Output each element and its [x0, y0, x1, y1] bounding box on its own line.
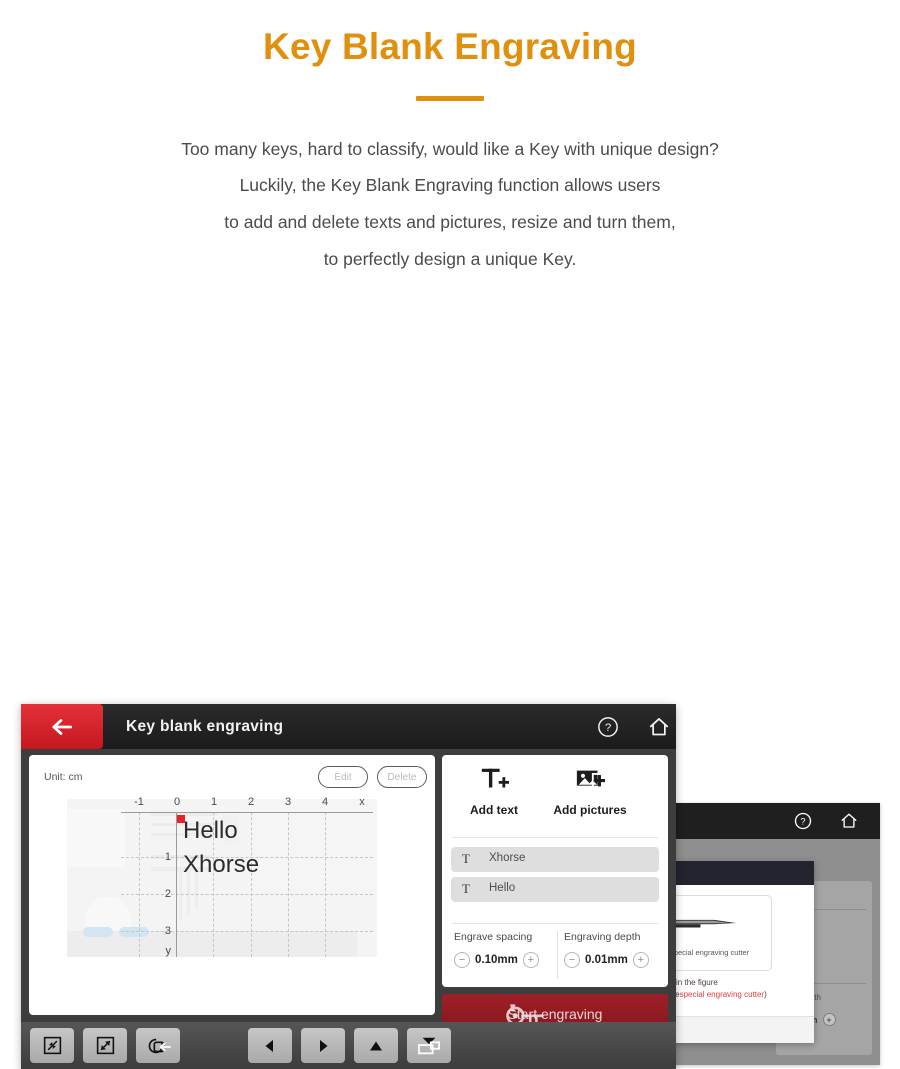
x-tick-0: 0 — [173, 796, 181, 808]
engraving-depth-label: Engraving depth — [564, 931, 641, 943]
engrave-spacing-label: Engrave spacing — [454, 931, 533, 943]
add-text-icon — [448, 765, 540, 797]
layer-order-icon — [417, 1037, 440, 1054]
enlarge-icon — [96, 1036, 114, 1055]
modal-note-suffix: ) — [764, 990, 767, 1000]
back-arrow-icon — [52, 718, 73, 735]
screen-title: Key blank engraving — [126, 718, 284, 735]
move-right-button[interactable] — [301, 1028, 345, 1063]
hero-line-2: Luckily, the Key Blank Engraving functio… — [239, 175, 661, 196]
add-pictures-label: Add pictures — [553, 803, 627, 817]
cutter-preview-card: Special engraving cutter — [668, 895, 772, 971]
x-tick-1: 1 — [210, 796, 218, 808]
hero-section: Key Blank Engraving Too many keys, hard … — [0, 0, 900, 278]
x-tick-3: 3 — [284, 796, 292, 808]
x-axis-label: x — [359, 796, 365, 808]
engrave-spacing-stepper[interactable]: − 0.10mm + — [454, 952, 554, 968]
add-pictures-button[interactable]: Add pictures — [544, 765, 636, 817]
engrave-spacing-minus-button[interactable]: − — [454, 952, 470, 968]
hero-line-1: Too many keys, hard to classify, would l… — [181, 138, 719, 159]
y-tick-3: 3 — [164, 925, 171, 937]
shrink-button[interactable] — [30, 1028, 74, 1063]
home-icon[interactable] — [648, 716, 670, 738]
move-up-button[interactable] — [354, 1028, 398, 1063]
help-icon[interactable]: ? — [597, 716, 619, 738]
title-divider — [416, 95, 484, 101]
engraving-method-modal: hod Special engraving cutter as shown in… — [668, 861, 814, 1043]
add-actions-row: Add text Add pictures — [442, 765, 668, 829]
parameter-separator — [557, 931, 558, 979]
tools-panel: Add text Add pictures T Xhorse T Hello E… — [442, 755, 668, 987]
tools-divider-top — [452, 837, 658, 838]
x-tick-4: 4 — [321, 796, 329, 808]
cutter-caption: Special engraving cutter — [668, 948, 750, 957]
x-tick--1: -1 — [134, 796, 144, 808]
move-up-icon — [370, 1041, 382, 1050]
unit-label: Unit: cm — [44, 771, 83, 783]
secondary-depth-plus-button[interactable]: + — [822, 1013, 836, 1026]
hero-description: Too many keys, hard to classify, would l… — [0, 131, 900, 278]
text-layer-icon: T — [462, 851, 470, 866]
design-canvas-card: Unit: cm Edit Delete -1 0 1 2 3 4 x 1 2 … — [29, 755, 435, 1015]
enlarge-button[interactable] — [83, 1028, 127, 1063]
y-tick-2: 2 — [164, 888, 171, 900]
modal-title: hod — [668, 861, 814, 885]
canvas-text-xhorse[interactable]: Xhorse — [183, 851, 259, 879]
main-titlebar: Key blank engraving ? — [21, 704, 676, 749]
add-text-label: Add text — [470, 803, 518, 817]
hero-line-3: to add and delete texts and pictures, re… — [224, 212, 676, 233]
y-axis-line — [176, 812, 177, 957]
engrave-spacing-group: Engrave spacing − 0.10mm + — [454, 931, 554, 968]
engraving-cutter-icon — [668, 919, 737, 928]
x-axis-line — [121, 812, 373, 813]
list-item[interactable]: T Hello — [451, 877, 659, 902]
engraving-depth-plus-button[interactable]: + — [632, 952, 649, 968]
modal-footer — [668, 1016, 814, 1043]
move-right-icon — [320, 1039, 328, 1052]
svg-text:?: ? — [605, 722, 611, 734]
rotate-button[interactable] — [136, 1028, 180, 1063]
engraving-depth-minus-button[interactable]: − — [564, 952, 580, 968]
coordinate-plot[interactable]: -1 0 1 2 3 4 x 1 2 3 y Hello Xhorse — [67, 796, 377, 957]
x-tick-2: 2 — [247, 796, 255, 808]
delete-button[interactable]: Delete — [377, 766, 427, 788]
hero-line-4: to perfectly design a unique Key. — [323, 248, 577, 269]
modal-note: as shown in the figure Please usespecial… — [668, 977, 812, 1002]
back-button[interactable] — [21, 704, 103, 749]
add-text-button[interactable]: Add text — [448, 765, 540, 817]
secondary-titlebar: ? — [668, 803, 880, 839]
modal-note-line-1: as shown in the figure — [668, 978, 718, 987]
move-left-icon — [265, 1039, 273, 1052]
engraving-depth-value: 0.01mm — [585, 954, 628, 966]
rotate-left-icon — [148, 1038, 171, 1053]
move-left-button[interactable] — [248, 1028, 292, 1063]
svg-text:?: ? — [800, 816, 805, 826]
tools-divider-bottom — [452, 923, 658, 924]
list-item[interactable]: T Xhorse — [451, 847, 659, 872]
secondary-device-screenshot: ? s ont ving depth 0.01mm + rt engra — [668, 803, 880, 1065]
add-picture-icon — [544, 765, 636, 797]
page-title: Key Blank Engraving — [263, 26, 637, 67]
bottom-toolbar — [21, 1022, 676, 1069]
modal-note-line-2: Please usespecial engraving cutter) — [668, 989, 812, 1001]
home-icon[interactable] — [840, 812, 858, 830]
y-axis-label: y — [165, 945, 172, 957]
engrave-spacing-value: 0.10mm — [475, 954, 518, 966]
edit-button[interactable]: Edit — [318, 766, 368, 788]
engrave-spacing-plus-button[interactable]: + — [522, 952, 539, 968]
y-tick-1: 1 — [164, 851, 171, 863]
shrink-icon — [43, 1036, 61, 1055]
screenshots-stage: ? s ont ving depth 0.01mm + rt engra — [0, 348, 900, 1069]
layer-label: Hello — [489, 882, 516, 894]
help-icon[interactable]: ? — [794, 812, 812, 830]
canvas-text-hello[interactable]: Hello — [183, 817, 238, 845]
layer-order-button[interactable] — [407, 1028, 451, 1063]
layer-label: Xhorse — [489, 852, 526, 864]
main-device-screenshot: Key blank engraving ? Unit: cm Edit Dele… — [21, 704, 676, 1069]
engraving-depth-stepper[interactable]: − 0.01mm + — [564, 952, 664, 968]
modal-note-highlight: special engraving cutter — [679, 990, 765, 1000]
engraving-depth-group: Engraving depth − 0.01mm + — [564, 931, 664, 968]
text-layer-icon: T — [462, 881, 470, 896]
